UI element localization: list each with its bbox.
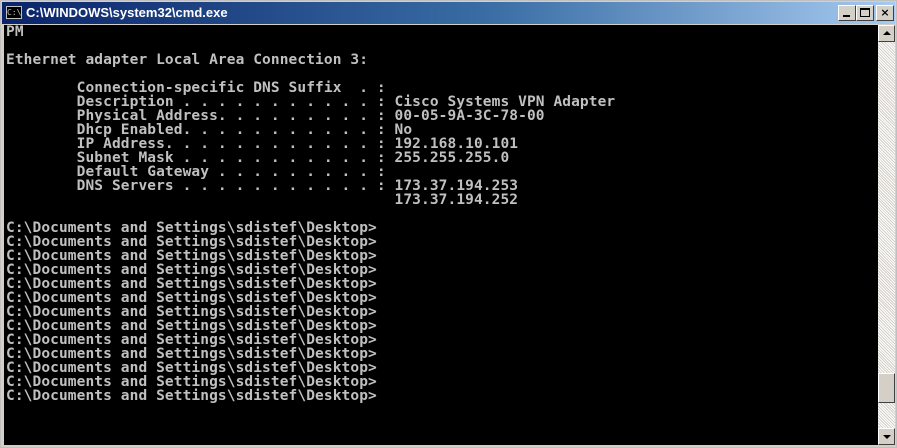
cmd-window: C:\ C:\WINDOWS\system32\cmd.exe × PM Ethe… bbox=[0, 0, 897, 448]
console-line: Connection-specific DNS Suffix . : bbox=[6, 80, 386, 96]
title-bar[interactable]: C:\ C:\WINDOWS\system32\cmd.exe × bbox=[2, 2, 895, 24]
console-line: Dhcp Enabled. . . . . . . . . . . : No bbox=[6, 122, 413, 138]
console-line: C:\Documents and Settings\sdistef\Deskto… bbox=[6, 388, 377, 404]
console-line: C:\Documents and Settings\sdistef\Deskto… bbox=[6, 360, 377, 376]
console-line: C:\Documents and Settings\sdistef\Deskto… bbox=[6, 220, 377, 236]
console-line: C:\Documents and Settings\sdistef\Deskto… bbox=[6, 304, 377, 320]
console-line: DNS Servers . . . . . . . . . . . : 173.… bbox=[6, 178, 519, 194]
console-line: C:\Documents and Settings\sdistef\Deskto… bbox=[6, 318, 377, 334]
console-line: C:\Documents and Settings\sdistef\Deskto… bbox=[6, 346, 377, 362]
console-line: Ethernet adapter Local Area Connection 3… bbox=[6, 52, 369, 68]
console-text: PM Ethernet adapter Local Area Connection… bbox=[4, 25, 878, 403]
scroll-down-button[interactable] bbox=[878, 428, 895, 445]
scrollbar-thumb[interactable] bbox=[878, 373, 895, 403]
cmd-console-icon[interactable]: C:\ bbox=[6, 6, 22, 19]
close-button[interactable]: × bbox=[876, 5, 894, 21]
window-title: C:\WINDOWS\system32\cmd.exe bbox=[26, 5, 228, 20]
console-line: 173.37.194.252 bbox=[6, 192, 519, 208]
console-line: Default Gateway . . . . . . . . . : bbox=[6, 164, 386, 180]
console-line: Description . . . . . . . . . . . : Cisc… bbox=[6, 94, 616, 110]
console-line: Subnet Mask . . . . . . . . . . . : 255.… bbox=[6, 150, 510, 166]
scroll-up-button[interactable] bbox=[878, 25, 895, 42]
close-icon: × bbox=[880, 6, 890, 19]
console-line: C:\Documents and Settings\sdistef\Deskto… bbox=[6, 332, 377, 348]
scroll-down-arrow-icon bbox=[883, 435, 891, 439]
vertical-scrollbar[interactable] bbox=[878, 25, 895, 445]
console-line: Physical Address. . . . . . . . . : 00-0… bbox=[6, 108, 545, 124]
minimize-icon bbox=[843, 15, 850, 17]
console-line: IP Address. . . . . . . . . . . . : 192.… bbox=[6, 136, 519, 152]
console-line: C:\Documents and Settings\sdistef\Deskto… bbox=[6, 276, 377, 292]
scroll-up-arrow-icon bbox=[883, 31, 891, 35]
maximize-icon bbox=[860, 8, 870, 17]
maximize-button[interactable] bbox=[856, 5, 874, 21]
console-line: C:\Documents and Settings\sdistef\Deskto… bbox=[6, 234, 377, 250]
console-line: PM bbox=[6, 25, 24, 40]
console-line: C:\Documents and Settings\sdistef\Deskto… bbox=[6, 290, 377, 306]
minimize-button[interactable] bbox=[838, 5, 856, 21]
console-line: C:\Documents and Settings\sdistef\Deskto… bbox=[6, 374, 377, 390]
console-line: C:\Documents and Settings\sdistef\Deskto… bbox=[6, 262, 377, 278]
console-output[interactable]: PM Ethernet adapter Local Area Connection… bbox=[4, 25, 878, 445]
console-line: C:\Documents and Settings\sdistef\Deskto… bbox=[6, 248, 377, 264]
